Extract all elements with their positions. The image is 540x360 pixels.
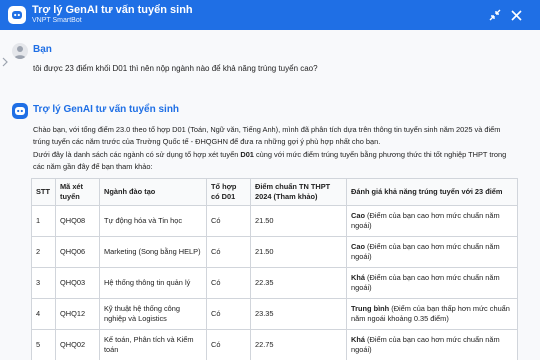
cell-major: Kỹ thuật hệ thống công nghiệp và Logisti… [99,298,207,330]
bot-avatar-icon [12,103,28,119]
cell-d01: Có [206,236,251,268]
cell-stt: 3 [31,267,56,299]
cell-code: QHQ02 [55,329,100,360]
cell-d01: Có [206,329,251,360]
col-header-d01: Tổ hợp có D01 [206,178,251,206]
cell-rating: Cao (Điểm của bạn cao hơn mức chuẩn năm … [346,205,518,237]
col-header-code: Mã xét tuyển [55,178,100,206]
table-row: 5 QHQ02 Kế toán, Phân tích và Kiểm toán … [31,329,518,360]
cell-d01: Có [206,267,251,299]
table-row: 3 QHQ03 Hệ thống thông tin quản lý Có 22… [31,267,518,299]
bot-name: Trợ lý GenAI tư vấn tuyển sinh [33,104,180,115]
cell-rating: Cao (Điểm của bạn cao hơn mức chuẩn năm … [346,236,518,268]
chevron-right-icon[interactable] [1,54,9,67]
cell-d01: Có [206,298,251,330]
cell-rating: Trung bình (Điểm của bạn thấp hơn mức ch… [346,298,518,330]
cell-major: Kế toán, Phân tích và Kiểm toán [99,329,207,360]
col-header-major: Ngành đào tạo [99,178,207,206]
chat-messages[interactable]: Bạn tôi được 23 điểm khối D01 thì nên nộ… [0,30,540,360]
chat-header: Trợ lý GenAI tư vấn tuyển sinh VNPT Smar… [0,0,540,30]
cell-stt: 1 [31,205,56,237]
cell-code: QHQ12 [55,298,100,330]
col-header-stt: STT [31,178,56,206]
cell-code: QHQ08 [55,205,100,237]
cell-d01: Có [206,205,251,237]
cell-score: 21.50 [250,236,347,268]
col-header-score: Điểm chuẩn TN THPT 2024 (Tham khảo) [250,178,347,206]
cell-score: 23.35 [250,298,347,330]
cell-stt: 5 [31,329,56,360]
cell-rating: Khá (Điểm của bạn cao hơn mức chuẩn năm … [346,267,518,299]
table-row: 4 QHQ12 Kỹ thuật hệ thống công nghiệp và… [31,298,518,330]
bot-logo-icon [8,6,26,24]
cell-major: Hệ thống thông tin quản lý [99,267,207,299]
cell-stt: 4 [31,298,56,330]
user-message: tôi được 23 điểm khối D01 thì nên nộp ng… [33,64,318,73]
cell-major: Marketing (Song bằng HELP) [99,236,207,268]
close-icon[interactable] [508,7,524,23]
table-row: 1 QHQ08 Tự động hóa và Tin học Có 21.50 … [31,205,518,237]
col-header-rating: Đánh giá khả năng trúng tuyển với 23 điể… [346,178,518,206]
cell-major: Tự động hóa và Tin học [99,205,207,237]
cell-score: 22.75 [250,329,347,360]
header-subtitle: VNPT SmartBot [32,17,82,24]
table-header-row: STT Mã xét tuyển Ngành đào tạo Tổ hợp có… [31,178,518,206]
cell-score: 21.50 [250,205,347,237]
table-row: 2 QHQ06 Marketing (Song bằng HELP) Có 21… [31,236,518,268]
user-avatar-icon [12,43,28,59]
majors-table: STT Mã xét tuyển Ngành đào tạo Tổ hợp có… [31,178,518,360]
user-name: Bạn [33,44,52,55]
bot-paragraph-list-intro: Dưới đây là danh sách các ngành có sử dụ… [33,150,507,171]
cell-code: QHQ03 [55,267,100,299]
collapse-arrows-icon[interactable] [487,7,503,23]
cell-score: 22.35 [250,267,347,299]
cell-stt: 2 [31,236,56,268]
bot-paragraph-intro: Chào bạn, với tổng điểm 23.0 theo tổ hợp… [33,125,501,146]
header-title: Trợ lý GenAI tư vấn tuyển sinh [32,4,193,16]
cell-rating: Khá (Điểm của bạn cao hơn mức chuẩn năm … [346,329,518,360]
cell-code: QHQ06 [55,236,100,268]
